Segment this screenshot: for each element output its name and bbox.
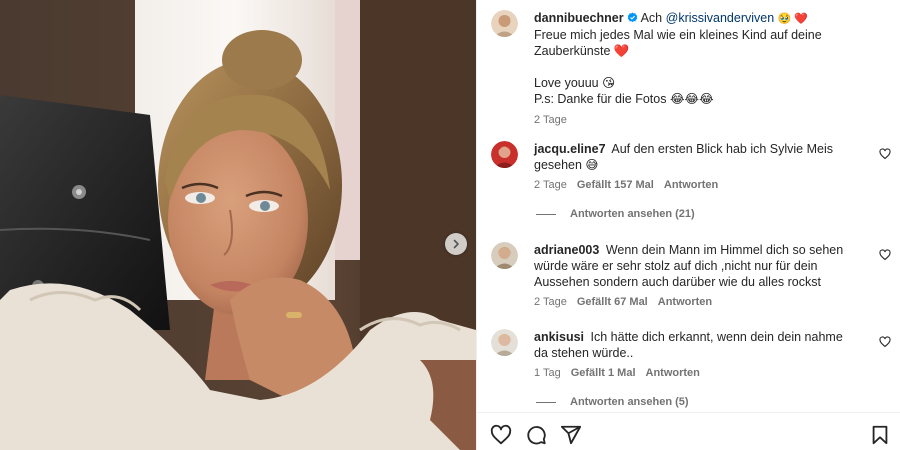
comment-3-time[interactable]: 1 Tag: [534, 367, 561, 379]
instagram-post-view: dannibuechner Ach @krissivanderviven 🥹 ❤️…: [0, 0, 900, 450]
comment-1-time[interactable]: 2 Tage: [534, 179, 567, 191]
post-action-bar: [477, 412, 900, 450]
comment-3-text: ankisusi Ich hätte dich erkannt, wenn de…: [534, 329, 854, 361]
post-photo: [0, 0, 476, 450]
comment-1-likes[interactable]: Gefällt 157 Mal: [577, 179, 654, 191]
comment-1-username[interactable]: jacqu.eline7: [534, 142, 606, 156]
comment-3-reply-button[interactable]: Antworten: [646, 367, 700, 379]
comment-2-text: adriane003 Wenn dein Mann im Himmel dich…: [534, 242, 854, 290]
comment-3-username[interactable]: ankisusi: [534, 330, 584, 344]
comment-2-meta: 2 Tage Gefällt 67 Mal Antworten: [534, 296, 854, 308]
comment-3: ankisusi Ich hätte dich erkannt, wenn de…: [534, 329, 854, 379]
comment-1-heart-icon[interactable]: [879, 148, 891, 160]
post-media[interactable]: [0, 0, 476, 450]
next-photo-button[interactable]: [445, 233, 467, 255]
comment-button[interactable]: [525, 424, 547, 446]
comment-1-meta: 2 Tage Gefällt 157 Mal Antworten: [534, 179, 854, 191]
comments-scroll-area[interactable]: dannibuechner Ach @krissivanderviven 🥹 ❤️…: [477, 0, 900, 412]
comment-1-view-replies[interactable]: Antworten ansehen (21): [536, 208, 695, 220]
share-button[interactable]: [560, 424, 582, 446]
comment-3-view-replies[interactable]: Antworten ansehen (5): [536, 396, 689, 408]
post-username[interactable]: dannibuechner: [534, 11, 624, 25]
comment-2-likes[interactable]: Gefällt 67 Mal: [577, 296, 648, 308]
caption-line-2: Freue mich jedes Mal wie ein kleines Kin…: [534, 28, 822, 42]
comment-2-reply-button[interactable]: Antworten: [658, 296, 712, 308]
caption-line-3: Zauberkünste ❤️: [534, 44, 630, 58]
avatar-ankisusi[interactable]: [491, 329, 518, 356]
comment-3-meta: 1 Tag Gefällt 1 Mal Antworten: [534, 367, 854, 379]
chevron-right-icon: [453, 239, 459, 249]
verified-badge-icon: [627, 12, 637, 23]
comment-2-time[interactable]: 2 Tage: [534, 296, 567, 308]
post-meta: 2 Tage: [534, 114, 854, 126]
comment-1-text: jacqu.eline7 Auf den ersten Blick hab ic…: [534, 141, 854, 173]
like-button[interactable]: [490, 424, 512, 446]
caption-line-5: P.s: Danke für die Fotos 😂😂😂: [534, 92, 714, 106]
caption-line-1: dannibuechner Ach @krissivanderviven 🥹 ❤️: [534, 10, 854, 27]
caption-text-prefix: Ach: [640, 11, 663, 25]
replies-divider: [536, 213, 556, 215]
bookmark-icon: [872, 425, 888, 445]
share-icon: [560, 425, 582, 445]
caption-emoji: 🥹 ❤️: [777, 13, 809, 25]
caption-line-4: Love youuu 😘: [534, 76, 616, 90]
post-time[interactable]: 2 Tage: [534, 114, 567, 126]
avatar-jacqu-eline7[interactable]: [491, 141, 518, 168]
comment-1: jacqu.eline7 Auf den ersten Blick hab ic…: [534, 141, 854, 191]
comment-2-heart-icon[interactable]: [879, 249, 891, 261]
avatar-dannibuechner[interactable]: [491, 10, 518, 37]
comment-3-heart-icon[interactable]: [879, 336, 891, 348]
replies-divider: [536, 401, 556, 403]
comment-icon: [527, 426, 546, 445]
comment-3-likes[interactable]: Gefällt 1 Mal: [571, 367, 636, 379]
comments-panel: dannibuechner Ach @krissivanderviven 🥹 ❤️…: [476, 0, 900, 450]
avatar-adriane003[interactable]: [491, 242, 518, 269]
comment-3-view-replies-label: Antworten ansehen (5): [570, 396, 689, 408]
save-button[interactable]: [869, 424, 891, 446]
post-caption: dannibuechner Ach @krissivanderviven 🥹 ❤️…: [534, 10, 854, 126]
comment-2: adriane003 Wenn dein Mann im Himmel dich…: [534, 242, 854, 308]
caption-mention[interactable]: @krissivanderviven: [666, 11, 775, 25]
comment-1-reply-button[interactable]: Antworten: [664, 179, 718, 191]
comment-1-view-replies-label: Antworten ansehen (21): [570, 208, 695, 220]
heart-icon: [490, 424, 512, 445]
comment-2-username[interactable]: adriane003: [534, 243, 599, 257]
